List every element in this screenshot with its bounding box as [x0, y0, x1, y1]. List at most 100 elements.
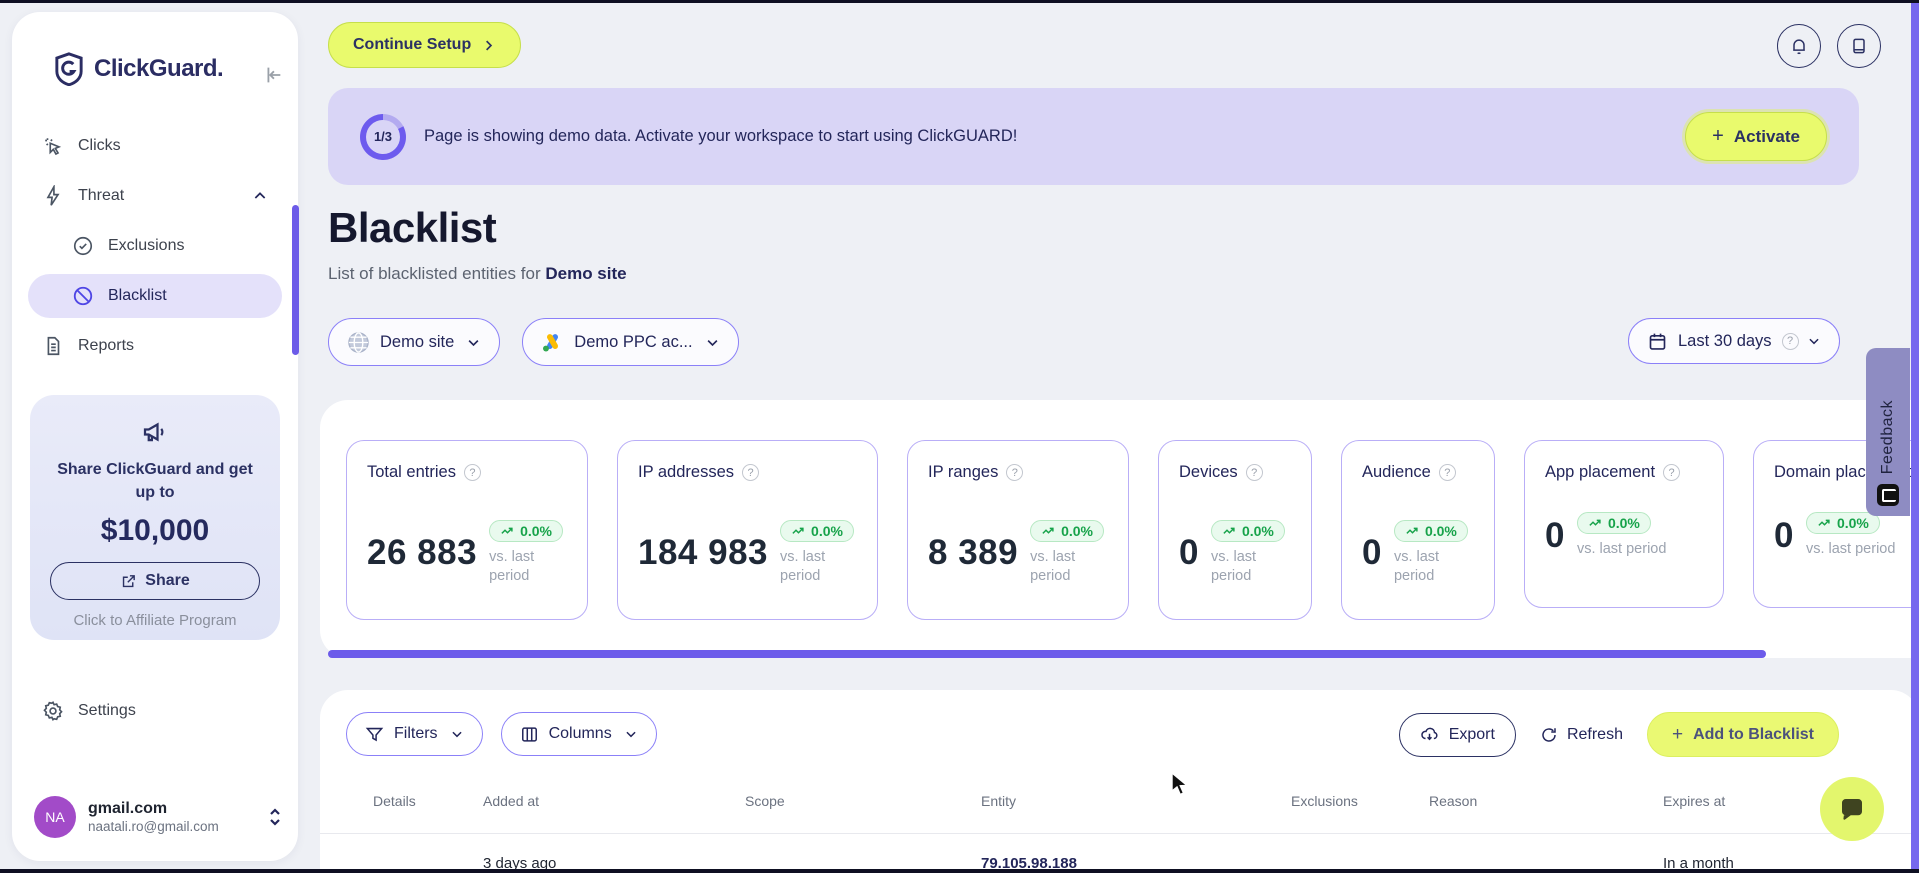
stat-label: Devices — [1179, 463, 1238, 481]
share-button[interactable]: Share — [50, 562, 260, 601]
page-vertical-scrollbar[interactable] — [1911, 0, 1919, 873]
refresh-button[interactable]: Refresh — [1540, 726, 1623, 744]
stat-value: 26 883 — [367, 533, 478, 573]
stat-card-audience: Audience? 0 0.0% vs. last period — [1341, 440, 1495, 620]
sidebar-collapse-icon[interactable] — [262, 64, 284, 91]
feedback-tab[interactable]: Feedback — [1866, 348, 1910, 516]
setup-progress-value: 1/3 — [366, 119, 400, 154]
chevron-up-icon — [254, 192, 266, 199]
stat-label: IP addresses — [638, 463, 735, 481]
filters-button[interactable]: Filters — [346, 712, 483, 756]
sidebar-item-label: Exclusions — [108, 237, 185, 254]
table-header-row: Details Added at Scope Entity Exclusions… — [320, 793, 1919, 833]
delta-badge: 0.0% — [1030, 520, 1105, 542]
delta-badge: 0.0% — [1210, 520, 1285, 542]
feedback-label: Feedback — [1879, 399, 1896, 474]
export-button[interactable]: Export — [1398, 712, 1516, 757]
help-icon[interactable]: ? — [1781, 332, 1799, 350]
column-header-entity[interactable]: Entity — [981, 793, 1016, 809]
affiliate-promo-card[interactable]: Share ClickGuard and get up to $10,000 S… — [30, 395, 280, 640]
add-to-blacklist-button[interactable]: + Add to Blacklist — [1646, 712, 1839, 757]
affiliate-link[interactable]: Click to Affiliate Program — [46, 612, 264, 629]
chevron-down-icon — [707, 339, 718, 346]
column-header-details[interactable]: Details — [373, 793, 416, 809]
up-down-chevron-icon — [270, 808, 280, 826]
stat-card-ip-addresses: IP addresses? 184 983 0.0% vs. last peri… — [617, 440, 878, 620]
continue-setup-button[interactable]: Continue Setup — [328, 22, 522, 68]
site-selector[interactable]: Demo site — [328, 318, 501, 366]
account-email: naatali.ro@gmail.com — [88, 819, 219, 834]
notifications-button[interactable] — [1777, 24, 1821, 68]
promo-amount: $10,000 — [100, 514, 210, 548]
bell-icon — [1793, 39, 1805, 55]
refresh-icon — [1542, 727, 1556, 742]
delta-badge: 0.0% — [1576, 512, 1651, 534]
activate-button[interactable]: + Activate — [1685, 112, 1827, 161]
logo[interactable]: ClickGuard. — [54, 52, 278, 86]
stat-value: 184 983 — [638, 533, 769, 573]
help-icon[interactable]: ? — [742, 464, 760, 481]
stat-label: Total entries — [367, 463, 456, 481]
delta-badge: 0.0% — [1805, 512, 1880, 534]
cursor-click-icon — [45, 138, 62, 156]
stat-vs-label: vs. last period — [780, 548, 826, 585]
sidebar-item-settings[interactable]: Settings — [42, 700, 136, 722]
share-button-label: Share — [145, 572, 190, 590]
stat-vs-label: vs. last period — [1393, 548, 1440, 585]
stat-card-app-placement: App placement? 0 0.0% vs. last period — [1524, 440, 1724, 608]
sidebar-item-threat[interactable]: Threat — [28, 174, 282, 218]
help-icon[interactable]: ? — [1663, 464, 1681, 481]
ppc-account-selector[interactable]: Demo PPC ac... — [522, 318, 739, 366]
column-header-scope[interactable]: Scope — [745, 793, 785, 809]
help-icon[interactable]: ? — [1438, 464, 1456, 481]
help-icon[interactable]: ? — [463, 464, 481, 481]
column-header-reason[interactable]: Reason — [1429, 793, 1477, 809]
trend-up-icon — [1406, 527, 1418, 534]
column-header-added-at[interactable]: Added at — [483, 793, 539, 809]
help-icon[interactable]: ? — [1006, 464, 1024, 481]
stat-value: 0 — [1774, 515, 1794, 555]
funnel-icon — [365, 727, 384, 741]
columns-label: Columns — [548, 725, 612, 742]
sidebar-scrollbar[interactable] — [292, 205, 299, 355]
table-header-divider — [320, 833, 1919, 834]
badge-check-icon — [73, 236, 93, 256]
cloud-download-icon — [1420, 727, 1438, 741]
sidebar-item-reports[interactable]: Reports — [28, 324, 282, 368]
sidebar-item-exclusions[interactable]: Exclusions — [28, 224, 282, 268]
account-name: gmail.com — [88, 800, 168, 817]
delta-badge: 0.0% — [1393, 520, 1468, 542]
chat-widget-button[interactable] — [1820, 777, 1884, 841]
chevron-right-icon — [486, 40, 493, 50]
columns-icon — [521, 726, 537, 742]
stat-label: Audience — [1362, 463, 1431, 481]
help-icon[interactable]: ? — [1245, 464, 1263, 481]
window-top-edge — [0, 0, 1919, 3]
sidebar-item-clicks[interactable]: Clicks — [28, 124, 282, 168]
sidebar-item-blacklist[interactable]: Blacklist — [28, 274, 282, 318]
export-label: Export — [1448, 725, 1495, 743]
stat-vs-label: vs. last period — [1030, 548, 1076, 585]
trend-up-icon — [1223, 527, 1235, 534]
ppc-account-selector-value: Demo PPC ac... — [574, 332, 693, 351]
page-subtitle-text: List of blacklisted entities for — [328, 264, 541, 283]
plus-icon: + — [1712, 125, 1724, 147]
feedback-chat-icon — [1877, 484, 1899, 506]
column-header-exclusions[interactable]: Exclusions — [1291, 793, 1358, 809]
cards-horizontal-scrollbar[interactable] — [328, 650, 1766, 658]
docs-button[interactable] — [1837, 24, 1881, 68]
columns-button[interactable]: Columns — [500, 712, 657, 756]
megaphone-icon — [143, 422, 164, 442]
column-header-expires-at[interactable]: Expires at — [1663, 793, 1725, 809]
account-switcher[interactable]: NA gmail.com naatali.ro@gmail.com — [34, 796, 282, 838]
stat-card-devices: Devices? 0 0.0% vs. last period — [1158, 440, 1312, 620]
trend-up-icon — [1589, 519, 1601, 526]
stats-cards-row: Total entries? 26 883 0.0% vs. last peri… — [346, 440, 1919, 620]
date-range-selector[interactable]: Last 30 days ? — [1628, 318, 1840, 364]
stat-label: App placement — [1545, 463, 1656, 481]
page-title: Blacklist — [328, 204, 497, 251]
delta-badge: 0.0% — [780, 520, 854, 542]
stat-card-ip-ranges: IP ranges? 8 389 0.0% vs. last period — [907, 440, 1129, 620]
google-ads-icon — [543, 333, 559, 352]
account-info: gmail.com naatali.ro@gmail.com — [88, 800, 219, 834]
